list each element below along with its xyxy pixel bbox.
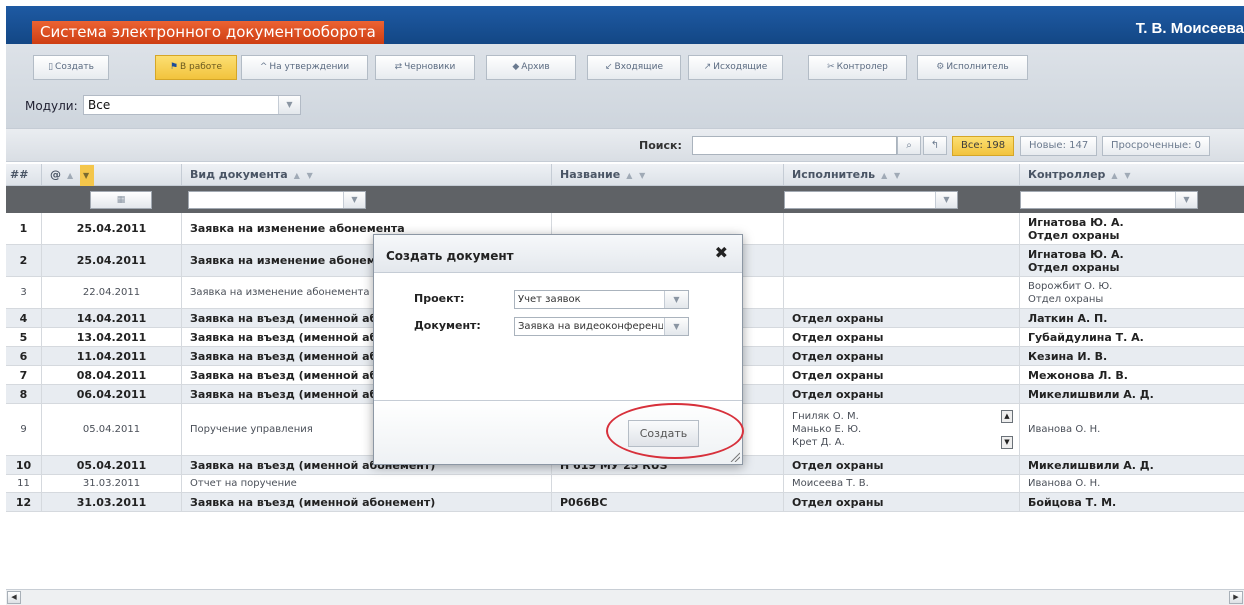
project-select-value: Учет заявок [518,294,581,305]
chevron-down-icon[interactable]: ▼ [664,318,688,335]
project-label: Проект: [414,292,465,305]
project-select[interactable]: Учет заявок ▼ [514,290,689,309]
chevron-down-icon[interactable]: ▼ [664,291,688,308]
modal-overlay: Создать документ ✖ Проект: Учет заявок ▼… [0,0,1244,605]
document-label: Документ: [414,319,481,332]
highlight-circle [606,403,744,459]
document-select[interactable]: Заявка на видеоконференцию ▼ [514,317,689,336]
close-icon[interactable]: ✖ [715,245,728,261]
dialog-header: Создать документ ✖ [374,235,742,273]
document-select-value: Заявка на видеоконференцию [518,321,663,332]
dialog-title: Создать документ [386,249,514,263]
resize-grip-icon[interactable] [730,452,740,462]
